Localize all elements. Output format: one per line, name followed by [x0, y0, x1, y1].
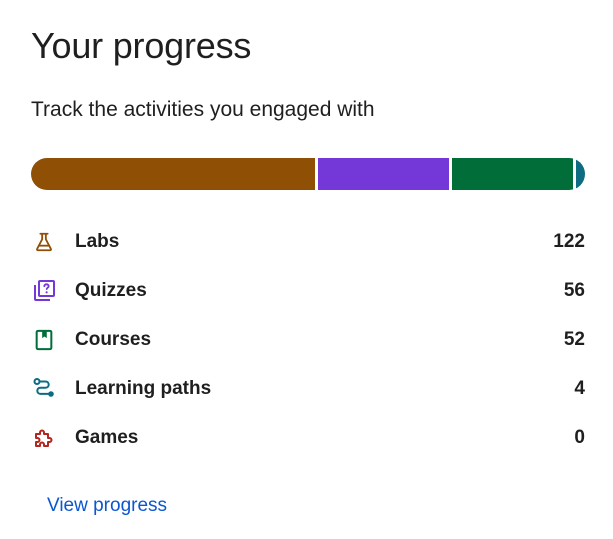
- activity-row-courses: Courses 52: [31, 315, 585, 364]
- activity-label: Labs: [75, 230, 120, 252]
- puzzle-icon: [31, 425, 57, 451]
- progress-segment-labs: [31, 158, 316, 190]
- progress-segment-quizzes: [318, 158, 449, 190]
- activity-row-learning-paths: Learning paths 4: [31, 364, 585, 413]
- activity-label: Learning paths: [75, 377, 212, 399]
- activity-count: 0: [574, 426, 585, 448]
- quiz-icon: [31, 278, 57, 304]
- activity-count: 4: [574, 377, 585, 399]
- activity-label: Quizzes: [75, 279, 147, 301]
- page-subtitle: Track the activities you engaged with: [31, 98, 375, 121]
- book-icon: [31, 327, 57, 353]
- view-progress-link[interactable]: View progress: [47, 493, 167, 519]
- progress-segment-courses: [451, 158, 573, 190]
- activity-count: 122: [553, 230, 585, 252]
- page-title: Your progress: [31, 25, 252, 66]
- activity-count: 56: [563, 279, 585, 301]
- activity-row-games: Games 0: [31, 413, 585, 462]
- progress-segment-learning-paths: [575, 158, 585, 190]
- activity-label: Courses: [75, 328, 152, 350]
- flask-icon: [31, 229, 57, 255]
- progress-card: Your progress Track the activities you e…: [0, 0, 613, 539]
- activity-label: Games: [75, 426, 139, 448]
- progress-bar: [31, 158, 585, 190]
- activity-row-labs: Labs 122: [31, 217, 585, 266]
- activity-count: 52: [563, 328, 585, 350]
- route-icon: [31, 376, 57, 402]
- activity-list: Labs 122 Quizzes 56 Courses 52 Learning …: [31, 217, 585, 462]
- activity-row-quizzes: Quizzes 56: [31, 266, 585, 315]
